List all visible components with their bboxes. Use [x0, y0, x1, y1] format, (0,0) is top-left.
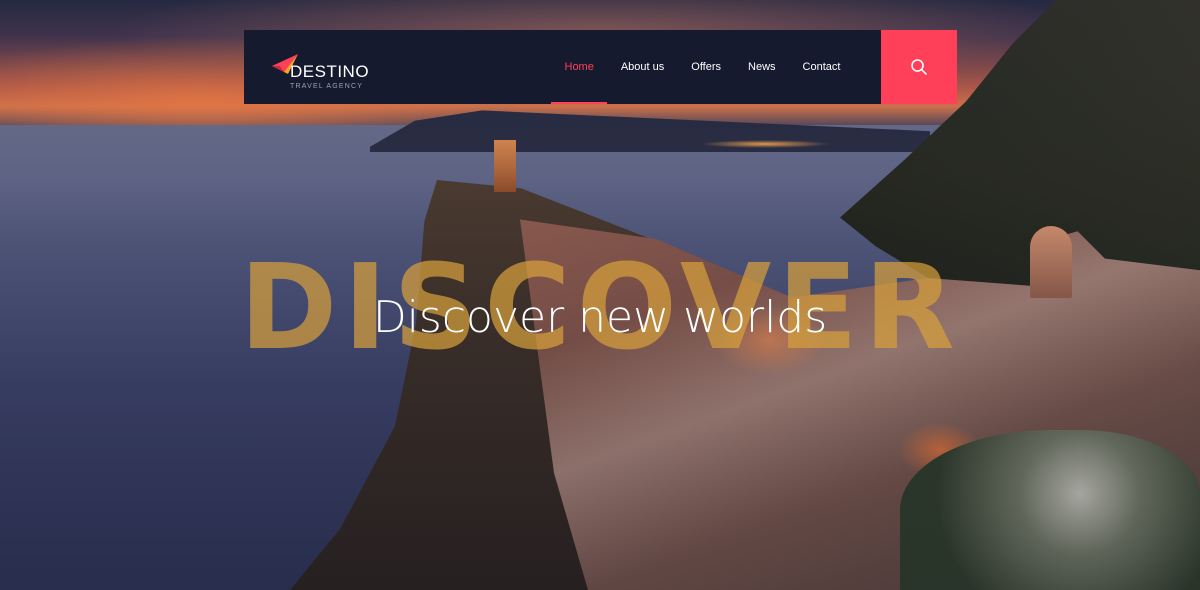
brand-tagline: TRAVEL AGENCY — [290, 83, 364, 90]
nav-item-news[interactable]: News — [735, 30, 790, 104]
hero-section: DISCOVER Discover new worlds DESTINO TRA… — [0, 0, 1200, 590]
brand-name: DESTINO — [290, 62, 370, 81]
navbar: DESTINO TRAVEL AGENCY Home About us Offe… — [244, 30, 957, 104]
main-nav: Home About us Offers News Contact — [551, 30, 854, 104]
nav-item-home[interactable]: Home — [551, 30, 608, 104]
nav-item-offers[interactable]: Offers — [678, 30, 735, 104]
hero-headline: Discover new worlds — [372, 292, 828, 343]
nav-item-about-us[interactable]: About us — [607, 30, 677, 104]
search-icon — [911, 59, 927, 75]
brand-logo[interactable]: DESTINO TRAVEL AGENCY — [270, 40, 370, 94]
search-button[interactable] — [881, 30, 957, 104]
nav-item-contact[interactable]: Contact — [789, 30, 854, 104]
